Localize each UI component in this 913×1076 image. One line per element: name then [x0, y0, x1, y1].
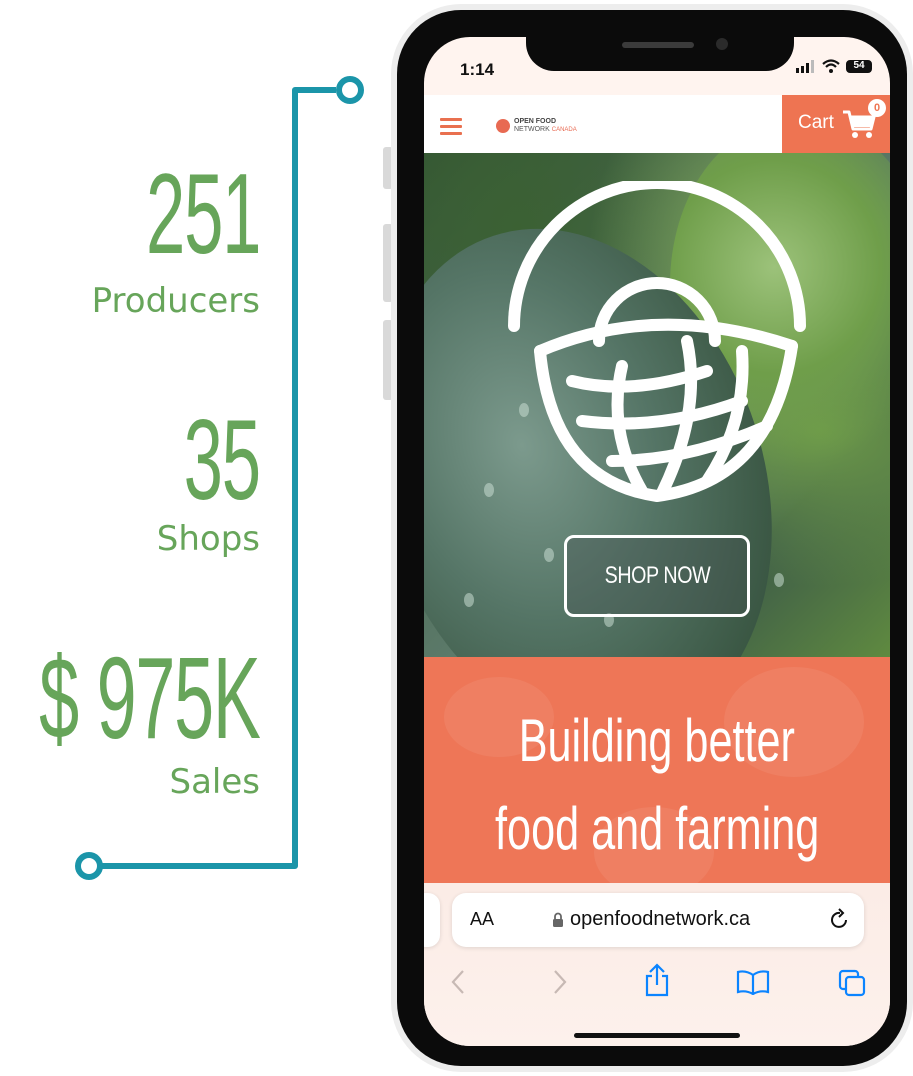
status-time: 1:14: [460, 60, 495, 79]
tabs-icon[interactable]: [838, 969, 866, 997]
battery-level: 54: [853, 59, 865, 71]
back-icon[interactable]: [450, 969, 466, 995]
shop-now-label: SHOP NOW: [604, 562, 710, 589]
hero-banner: SHOP NOW: [424, 153, 890, 657]
cart-label: Cart: [798, 112, 834, 133]
brand-line3: CANADA: [551, 127, 577, 133]
battery-icon: 54: [846, 59, 872, 73]
forward-icon[interactable]: [552, 969, 568, 995]
brand-logo-icon: [496, 119, 510, 133]
brand-line1: OPEN FOOD: [514, 118, 557, 125]
cart-count-badge: 0: [868, 99, 886, 117]
reload-icon[interactable]: [830, 908, 850, 930]
bookmarks-icon[interactable]: [736, 969, 770, 995]
home-indicator: [574, 1033, 740, 1038]
lock-icon: [553, 912, 563, 927]
tagline-section: Building better food and farming: [424, 657, 890, 887]
brand-line2: NETWORK: [514, 126, 550, 133]
shop-now-button[interactable]: SHOP NOW: [564, 535, 750, 617]
address-bar[interactable]: AA openfoodnetwork.ca: [452, 893, 864, 947]
speaker-grille: [622, 42, 694, 48]
signal-icon: [796, 59, 814, 73]
cart-button[interactable]: Cart 0: [782, 95, 890, 153]
camera-icon: [716, 38, 728, 50]
url-text: openfoodnetwork.ca: [570, 908, 751, 930]
site-header: OPEN FOOD NETWORK CANADA Cart 0: [424, 95, 890, 153]
status-icons: 54: [796, 59, 872, 73]
brand-logo[interactable]: OPEN FOOD NETWORK CANADA: [496, 118, 577, 134]
tagline-line1: Building better: [518, 707, 796, 774]
text-size-button[interactable]: AA: [470, 909, 494, 930]
phone-notch: [526, 37, 794, 71]
phone-screen: 1:14 54 OPEN FOOD NETWORK CANADA Cart 0 …: [424, 37, 890, 1046]
share-icon[interactable]: [644, 963, 670, 997]
previous-tab-preview[interactable]: [424, 893, 440, 947]
hamburger-menu-icon[interactable]: [440, 118, 462, 139]
browser-toolbar: AA openfoodnetwork.ca: [424, 883, 890, 1046]
wifi-icon: [822, 59, 840, 73]
basket-logo-icon: [508, 181, 806, 503]
tagline-line2: food and farming: [494, 795, 820, 862]
brand-name: OPEN FOOD NETWORK CANADA: [514, 118, 577, 134]
